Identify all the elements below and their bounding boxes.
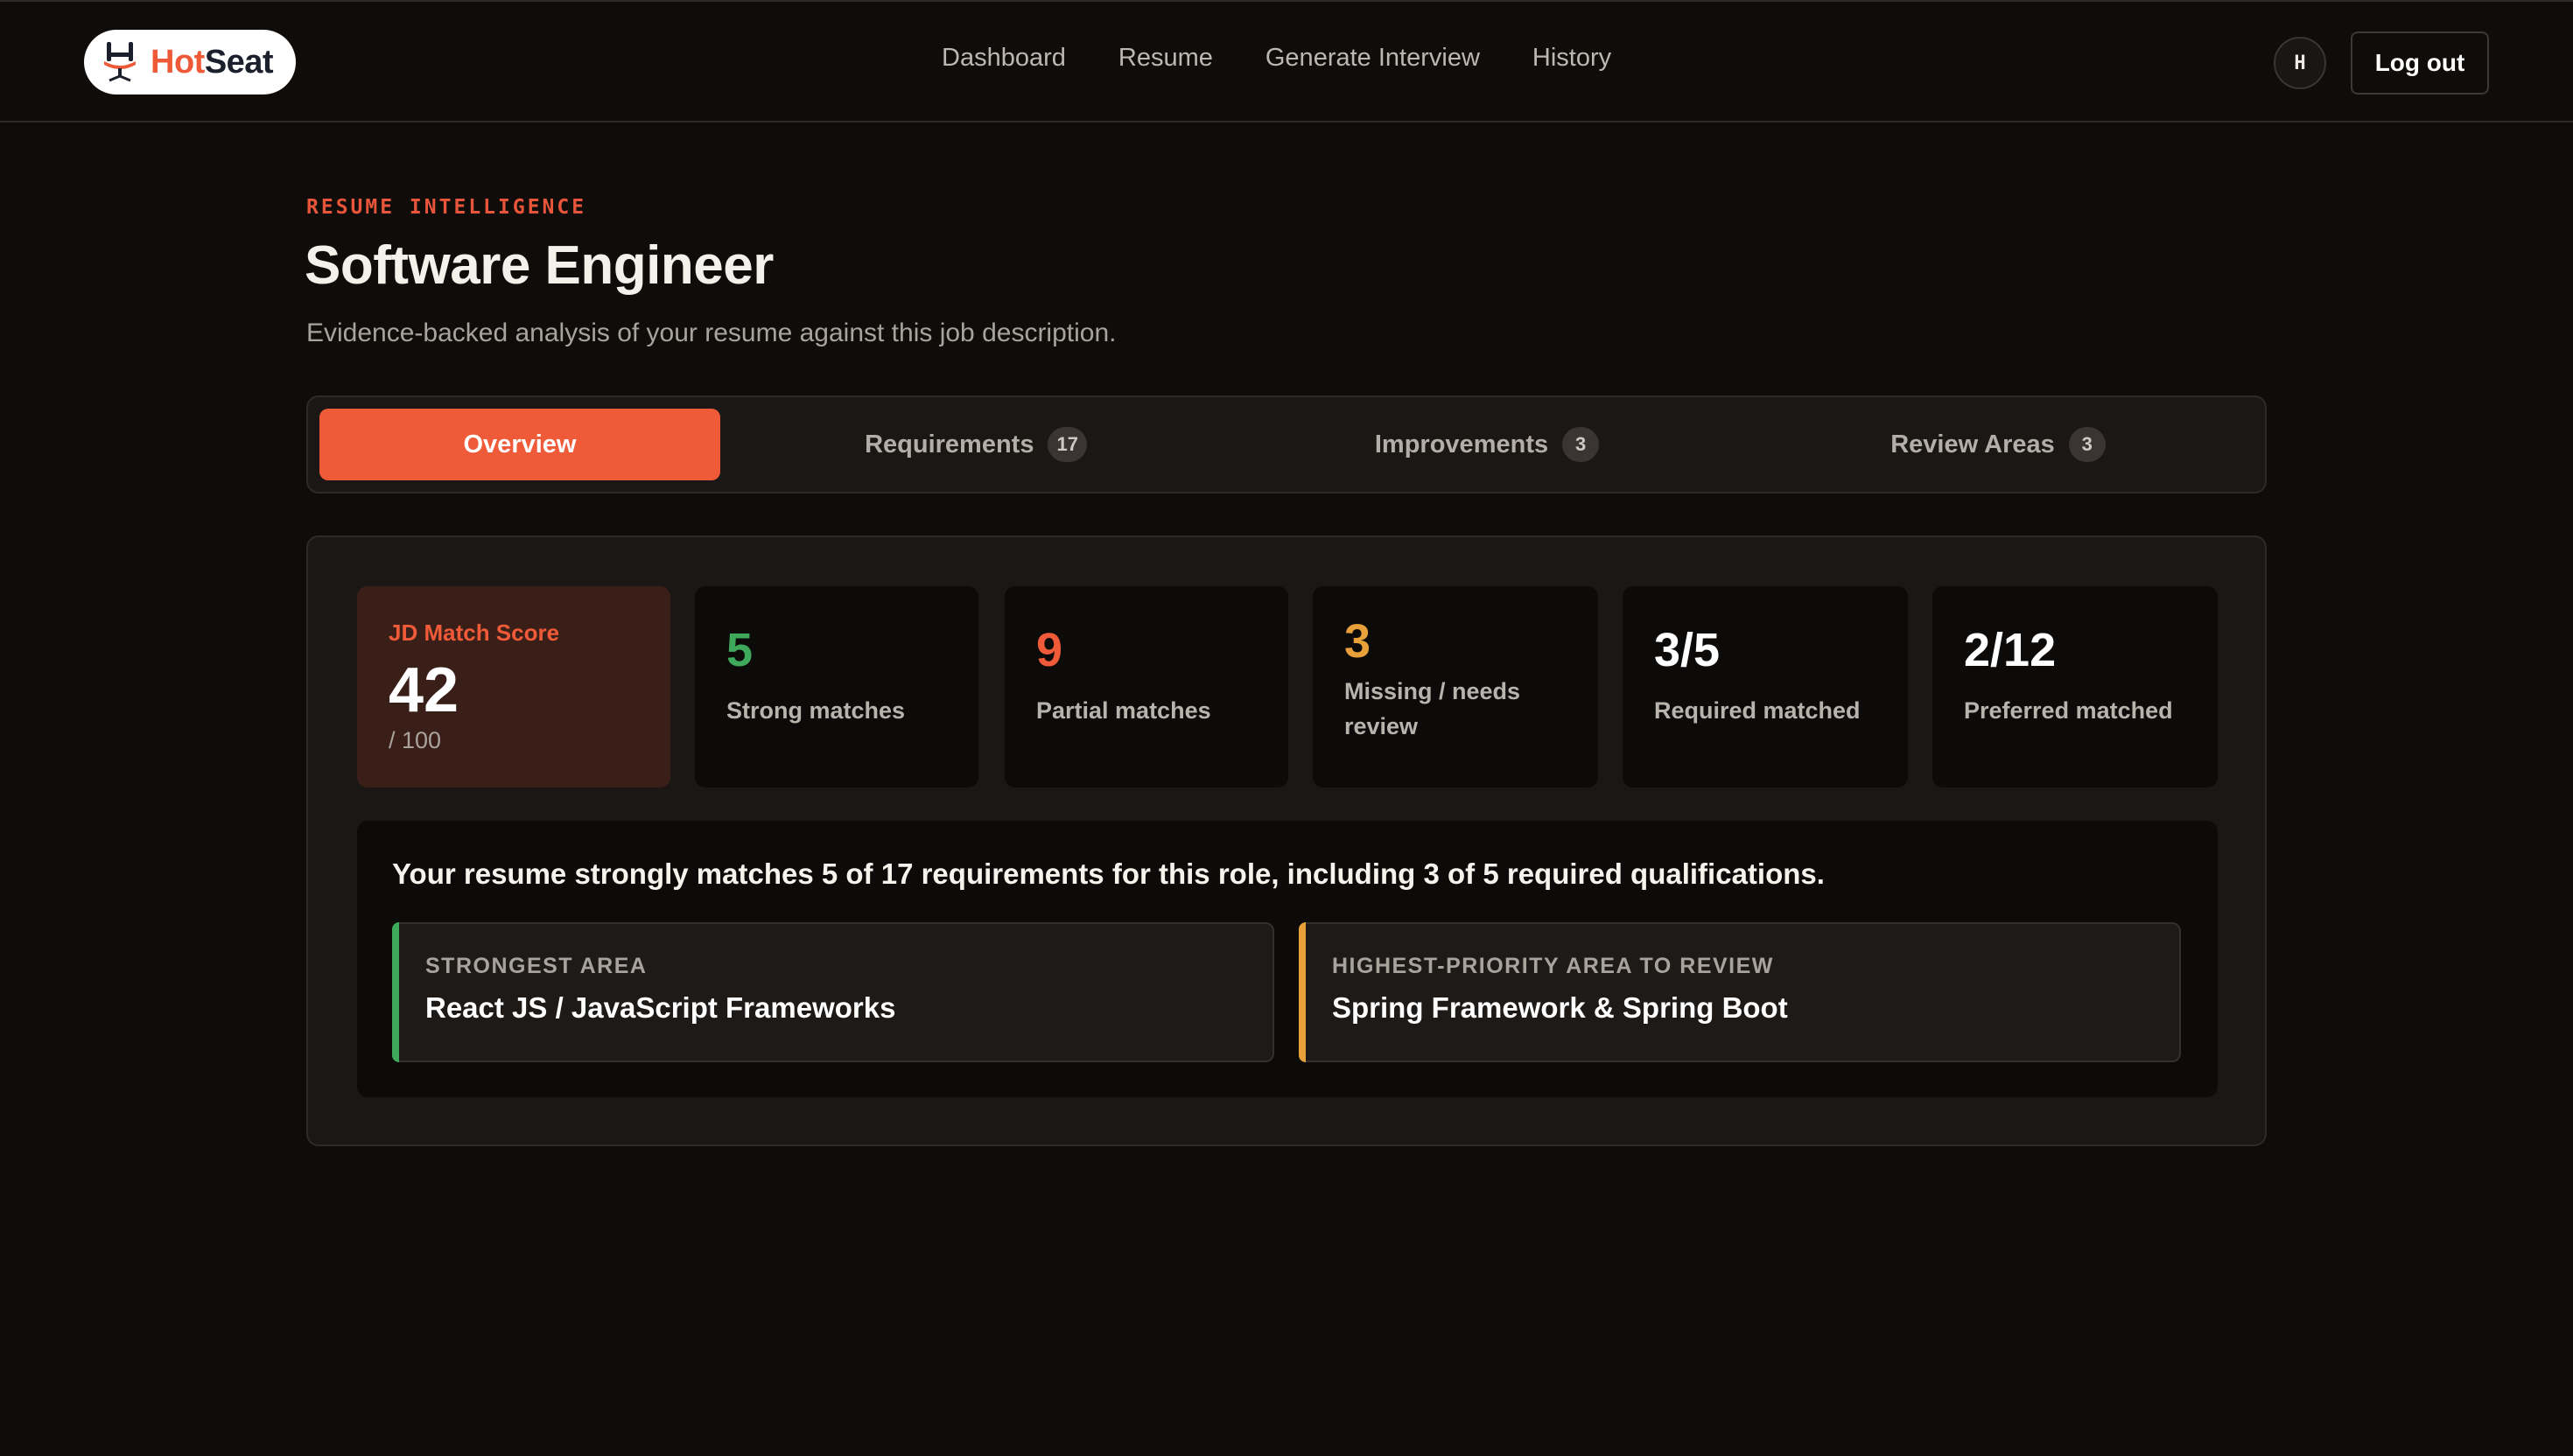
overview-panel: JD Match Score 42 / 100 5 Strong matches… bbox=[306, 536, 2267, 1146]
priority-area-card: HIGHEST-PRIORITY AREA TO REVIEW Spring F… bbox=[1299, 922, 2181, 1062]
logout-button[interactable]: Log out bbox=[2351, 32, 2489, 94]
priority-area-accent-bar bbox=[1299, 922, 1306, 1062]
tab-requirements[interactable]: Requirements 17 bbox=[720, 409, 1231, 480]
count-badge: 3 bbox=[1562, 427, 1600, 462]
count-badge: 3 bbox=[2068, 427, 2106, 462]
summary-text: Your resume strongly matches 5 of 17 req… bbox=[392, 858, 1825, 890]
match-score-max: / 100 bbox=[389, 727, 442, 753]
nav-link-generate-interview[interactable]: Generate Interview bbox=[1265, 44, 1480, 73]
strongest-area-card: STRONGEST AREA React JS / JavaScript Fra… bbox=[392, 922, 1274, 1062]
stat-value: 9 bbox=[1036, 624, 1063, 676]
nav-link-history[interactable]: History bbox=[1532, 44, 1611, 73]
summary-card: Your resume strongly matches 5 of 17 req… bbox=[357, 821, 2218, 1097]
page-subtitle: Evidence-backed analysis of your resume … bbox=[306, 318, 1117, 347]
match-score-card: JD Match Score 42 / 100 bbox=[357, 586, 670, 788]
strongest-area-accent-bar bbox=[392, 922, 399, 1062]
stat-card-required: 3/5 Required matched bbox=[1623, 586, 1908, 788]
page-title: Software Engineer bbox=[305, 235, 774, 296]
match-score-value: 42 bbox=[389, 655, 459, 725]
stat-card-missing: 3 Missing / needs review bbox=[1313, 586, 1598, 788]
stat-card-strong: 5 Strong matches bbox=[695, 586, 978, 788]
priority-area-kicker: HIGHEST-PRIORITY AREA TO REVIEW bbox=[1332, 954, 1774, 978]
tab-label: Improvements bbox=[1374, 430, 1549, 458]
stat-caption: Missing / needs review bbox=[1344, 678, 1521, 739]
section-eyebrow: RESUME INTELLIGENCE bbox=[306, 196, 587, 219]
tab-label: Requirements bbox=[865, 430, 1034, 458]
strongest-area-kicker: STRONGEST AREA bbox=[425, 954, 648, 978]
brand-name-hot: Hot bbox=[151, 43, 205, 80]
hotseat-logo[interactable]: HotSeat bbox=[84, 30, 296, 94]
stat-value: 3 bbox=[1344, 615, 1371, 668]
tab-label: Review Areas bbox=[1890, 430, 2055, 458]
match-score-label: JD Match Score bbox=[389, 620, 560, 646]
stat-caption: Strong matches bbox=[726, 697, 906, 724]
priority-area-value: Spring Framework & Spring Boot bbox=[1332, 991, 1788, 1024]
count-badge: 17 bbox=[1048, 427, 1087, 462]
tab-overview[interactable]: Overview bbox=[319, 409, 720, 480]
stats-row: JD Match Score 42 / 100 5 Strong matches… bbox=[357, 586, 2218, 788]
analysis-tabs: Overview Requirements 17 Improvements 3 … bbox=[306, 396, 2267, 494]
stat-caption: Required matched bbox=[1654, 697, 1861, 724]
tab-label: Overview bbox=[463, 430, 577, 458]
user-avatar[interactable]: H bbox=[2274, 37, 2326, 89]
stat-card-preferred: 2/12 Preferred matched bbox=[1932, 586, 2218, 788]
stat-value: 2/12 bbox=[1964, 624, 2057, 676]
main-nav: Dashboard Resume Generate Interview Hist… bbox=[942, 44, 1664, 73]
top-nav-bar: HotSeat Dashboard Resume Generate Interv… bbox=[0, 0, 2573, 122]
stat-card-partial: 9 Partial matches bbox=[1005, 586, 1288, 788]
strongest-area-value: React JS / JavaScript Frameworks bbox=[425, 991, 896, 1024]
brand-name-seat: Seat bbox=[204, 43, 274, 80]
tab-review-areas[interactable]: Review Areas 3 bbox=[1742, 409, 2254, 480]
stat-caption: Partial matches bbox=[1036, 697, 1211, 724]
stat-caption: Preferred matched bbox=[1964, 697, 2173, 724]
stat-value: 3/5 bbox=[1654, 624, 1721, 676]
chair-logo-icon bbox=[104, 42, 136, 82]
nav-link-dashboard[interactable]: Dashboard bbox=[942, 44, 1066, 73]
nav-link-resume[interactable]: Resume bbox=[1118, 44, 1213, 73]
tab-improvements[interactable]: Improvements 3 bbox=[1231, 409, 1742, 480]
stat-value: 5 bbox=[726, 624, 754, 676]
